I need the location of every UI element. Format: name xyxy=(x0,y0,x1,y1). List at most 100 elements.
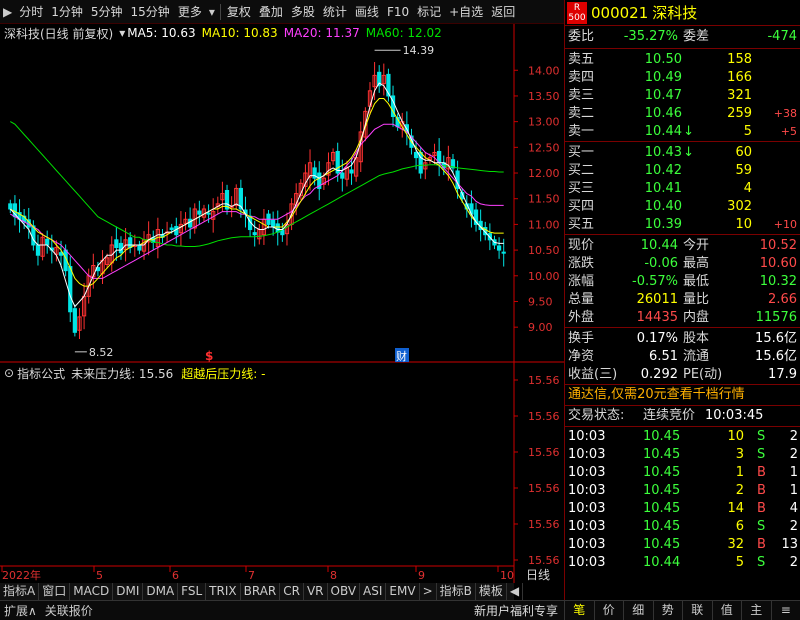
indicator-y-tick-label: 15.56 xyxy=(528,446,560,459)
tick-row[interactable]: 10:03 10.44 5 S 2 xyxy=(565,554,800,572)
stat-value: 26011 xyxy=(636,292,678,307)
ask-row[interactable]: 卖五 10.50 158 xyxy=(565,51,800,69)
new-user-promo[interactable]: 新用户福利专享 xyxy=(470,602,562,619)
tab-asi[interactable]: ASI xyxy=(360,583,387,600)
tick-row[interactable]: 10:03 10.45 2 B 1 xyxy=(565,482,800,500)
finance-row[interactable]: 净资 6.51 流通 15.6亿 xyxy=(565,348,800,366)
tab-dmi[interactable]: DMI xyxy=(113,583,144,600)
indicator-name[interactable]: 指标公式 xyxy=(17,365,65,382)
tab-trend[interactable]: 势 xyxy=(652,600,683,620)
stat-row[interactable]: 涨幅 -0.57% 最低 10.32 xyxy=(565,273,800,291)
promo-banner[interactable]: 通达信,仅需20元查看千档行情 xyxy=(565,385,800,405)
tick-list[interactable]: 10:03 10.45 10 S 2 10:03 10.45 3 S 2 10:03 10.45 1 B 1… xyxy=(565,427,800,572)
book-price: 10.50 xyxy=(644,52,682,67)
tab-vr[interactable]: VR xyxy=(304,583,328,600)
tab-brar[interactable]: BRAR xyxy=(241,583,281,600)
finance-value: 15.6亿 xyxy=(755,349,797,364)
tab-detail[interactable]: 细 xyxy=(623,600,653,620)
tab-value[interactable]: 值 xyxy=(711,600,742,620)
ask-row[interactable]: 卖三 10.47 321 xyxy=(565,87,800,105)
tick-volume: 32 xyxy=(727,537,744,552)
ask-row[interactable]: 卖四 10.49 166 xyxy=(565,69,800,87)
bid-row[interactable]: 买四 10.40 302 xyxy=(565,198,800,216)
tick-time: 10:03 xyxy=(568,519,606,534)
tab-window[interactable]: 窗口 xyxy=(39,583,71,600)
tick-price: 10.45 xyxy=(643,447,681,462)
candle-down xyxy=(501,251,506,254)
tab-ticks[interactable]: 笔 xyxy=(564,600,594,620)
candle-down xyxy=(413,151,419,159)
tab-indicator-a[interactable]: 指标A xyxy=(0,583,40,600)
stock-name[interactable]: 深科技 xyxy=(652,2,697,23)
finance-row[interactable]: 收益(三) 0.292 PE(动) 17.9 xyxy=(565,366,800,384)
stat-value: -0.06 xyxy=(644,256,678,271)
tick-side: S xyxy=(757,519,766,534)
tab-main[interactable]: 主 xyxy=(741,600,771,620)
order-ratio-label: 委比 xyxy=(568,29,595,44)
candle-down xyxy=(137,244,142,251)
stat-value: 10.44 xyxy=(640,238,678,253)
stat-label: 现价 xyxy=(568,238,595,253)
tab-macd[interactable]: MACD xyxy=(70,583,114,600)
y-tick-label: 13.00 xyxy=(528,116,560,129)
tab-scroll-left[interactable]: ◀ xyxy=(507,583,524,600)
tick-row[interactable]: 10:03 10.45 6 S 2 xyxy=(565,518,800,536)
book-level-label: 卖三 xyxy=(568,88,595,103)
candle-down xyxy=(68,266,73,313)
y-tick-label: 9.50 xyxy=(528,295,553,308)
book-level-label: 买五 xyxy=(568,217,595,232)
stock-code[interactable]: 000021 xyxy=(591,4,648,22)
tick-price: 10.44 xyxy=(643,555,681,570)
tick-row[interactable]: 10:03 10.45 1 B 1 xyxy=(565,464,800,482)
tick-row[interactable]: 10:03 10.45 3 S 2 xyxy=(565,446,800,464)
low-marker-label: 8.52 xyxy=(89,346,114,359)
tab-obv[interactable]: OBV xyxy=(328,583,361,600)
tick-count: 2 xyxy=(789,519,798,534)
ask-row[interactable]: 卖一 10.44 5 +5 ↓ xyxy=(565,123,800,141)
period-label[interactable]: 日线 xyxy=(526,566,550,583)
tab-price[interactable]: 价 xyxy=(593,600,624,620)
finance-label: 流通 xyxy=(683,349,710,364)
stat-row[interactable]: 现价 10.44 今开 10.52 xyxy=(565,237,800,255)
book-level-label: 卖四 xyxy=(568,70,595,85)
tick-count: 2 xyxy=(789,447,798,462)
linked-quote-button[interactable]: 关联报价 xyxy=(41,602,97,619)
stat-row[interactable]: 总量 26011 量比 2.66 xyxy=(565,291,800,309)
indicator-y-tick-label: 15.56 xyxy=(528,410,560,423)
stat-row[interactable]: 涨跌 -0.06 最高 10.60 xyxy=(565,255,800,273)
stat-label: 最低 xyxy=(683,274,710,289)
ma10-line xyxy=(10,98,504,287)
tick-time: 10:03 xyxy=(568,429,606,444)
book-price: 10.46 xyxy=(644,106,682,121)
tick-row[interactable]: 10:03 10.45 10 S 2 xyxy=(565,428,800,446)
tick-row[interactable]: 10:03 10.45 14 B 4 xyxy=(565,500,800,518)
tab-cr[interactable]: CR xyxy=(280,583,304,600)
book-price: 10.49 xyxy=(644,70,682,85)
indicator-collapse-icon[interactable]: ⊙ xyxy=(4,366,14,380)
menu-icon[interactable]: ≡ xyxy=(770,600,800,620)
candle-down xyxy=(280,229,285,236)
tab-indicator-b[interactable]: 指标B xyxy=(437,583,476,600)
r-badge: R 500 xyxy=(567,1,587,24)
tick-count: 4 xyxy=(789,501,798,516)
tab-template[interactable]: 模板 xyxy=(476,583,507,600)
kline-chart[interactable]: 14.00 13.50 13.00 12.50 12.00 11.50 11.00 10.50… xyxy=(0,0,564,600)
stat-label: 今开 xyxy=(683,238,710,253)
finance-row[interactable]: 换手 0.17% 股本 15.6亿 xyxy=(565,330,800,348)
bid-row[interactable]: 买三 10.41 4 xyxy=(565,180,800,198)
bid-row[interactable]: 买二 10.42 59 xyxy=(565,162,800,180)
stat-value: 10.32 xyxy=(759,274,797,289)
bid-row[interactable]: 买一 10.43 60 ↓ xyxy=(565,144,800,162)
tab-dma[interactable]: DMA xyxy=(143,583,179,600)
tab-related[interactable]: 联 xyxy=(682,600,712,620)
bid-row[interactable]: 买五 10.39 10 +10 xyxy=(565,216,800,234)
tick-row[interactable]: 10:03 10.45 32 B 13 xyxy=(565,536,800,554)
ask-row[interactable]: 卖二 10.46 259 +38 xyxy=(565,105,800,123)
tab-fsl[interactable]: FSL xyxy=(178,583,207,600)
expand-button[interactable]: 扩展∧ xyxy=(0,602,41,619)
stat-row[interactable]: 外盘 14435 内盘 11576 xyxy=(565,309,800,327)
tick-price: 10.45 xyxy=(643,483,681,498)
tab-more[interactable]: > xyxy=(420,583,437,600)
tab-emv[interactable]: EMV xyxy=(386,583,420,600)
tab-trix[interactable]: TRIX xyxy=(206,583,241,600)
